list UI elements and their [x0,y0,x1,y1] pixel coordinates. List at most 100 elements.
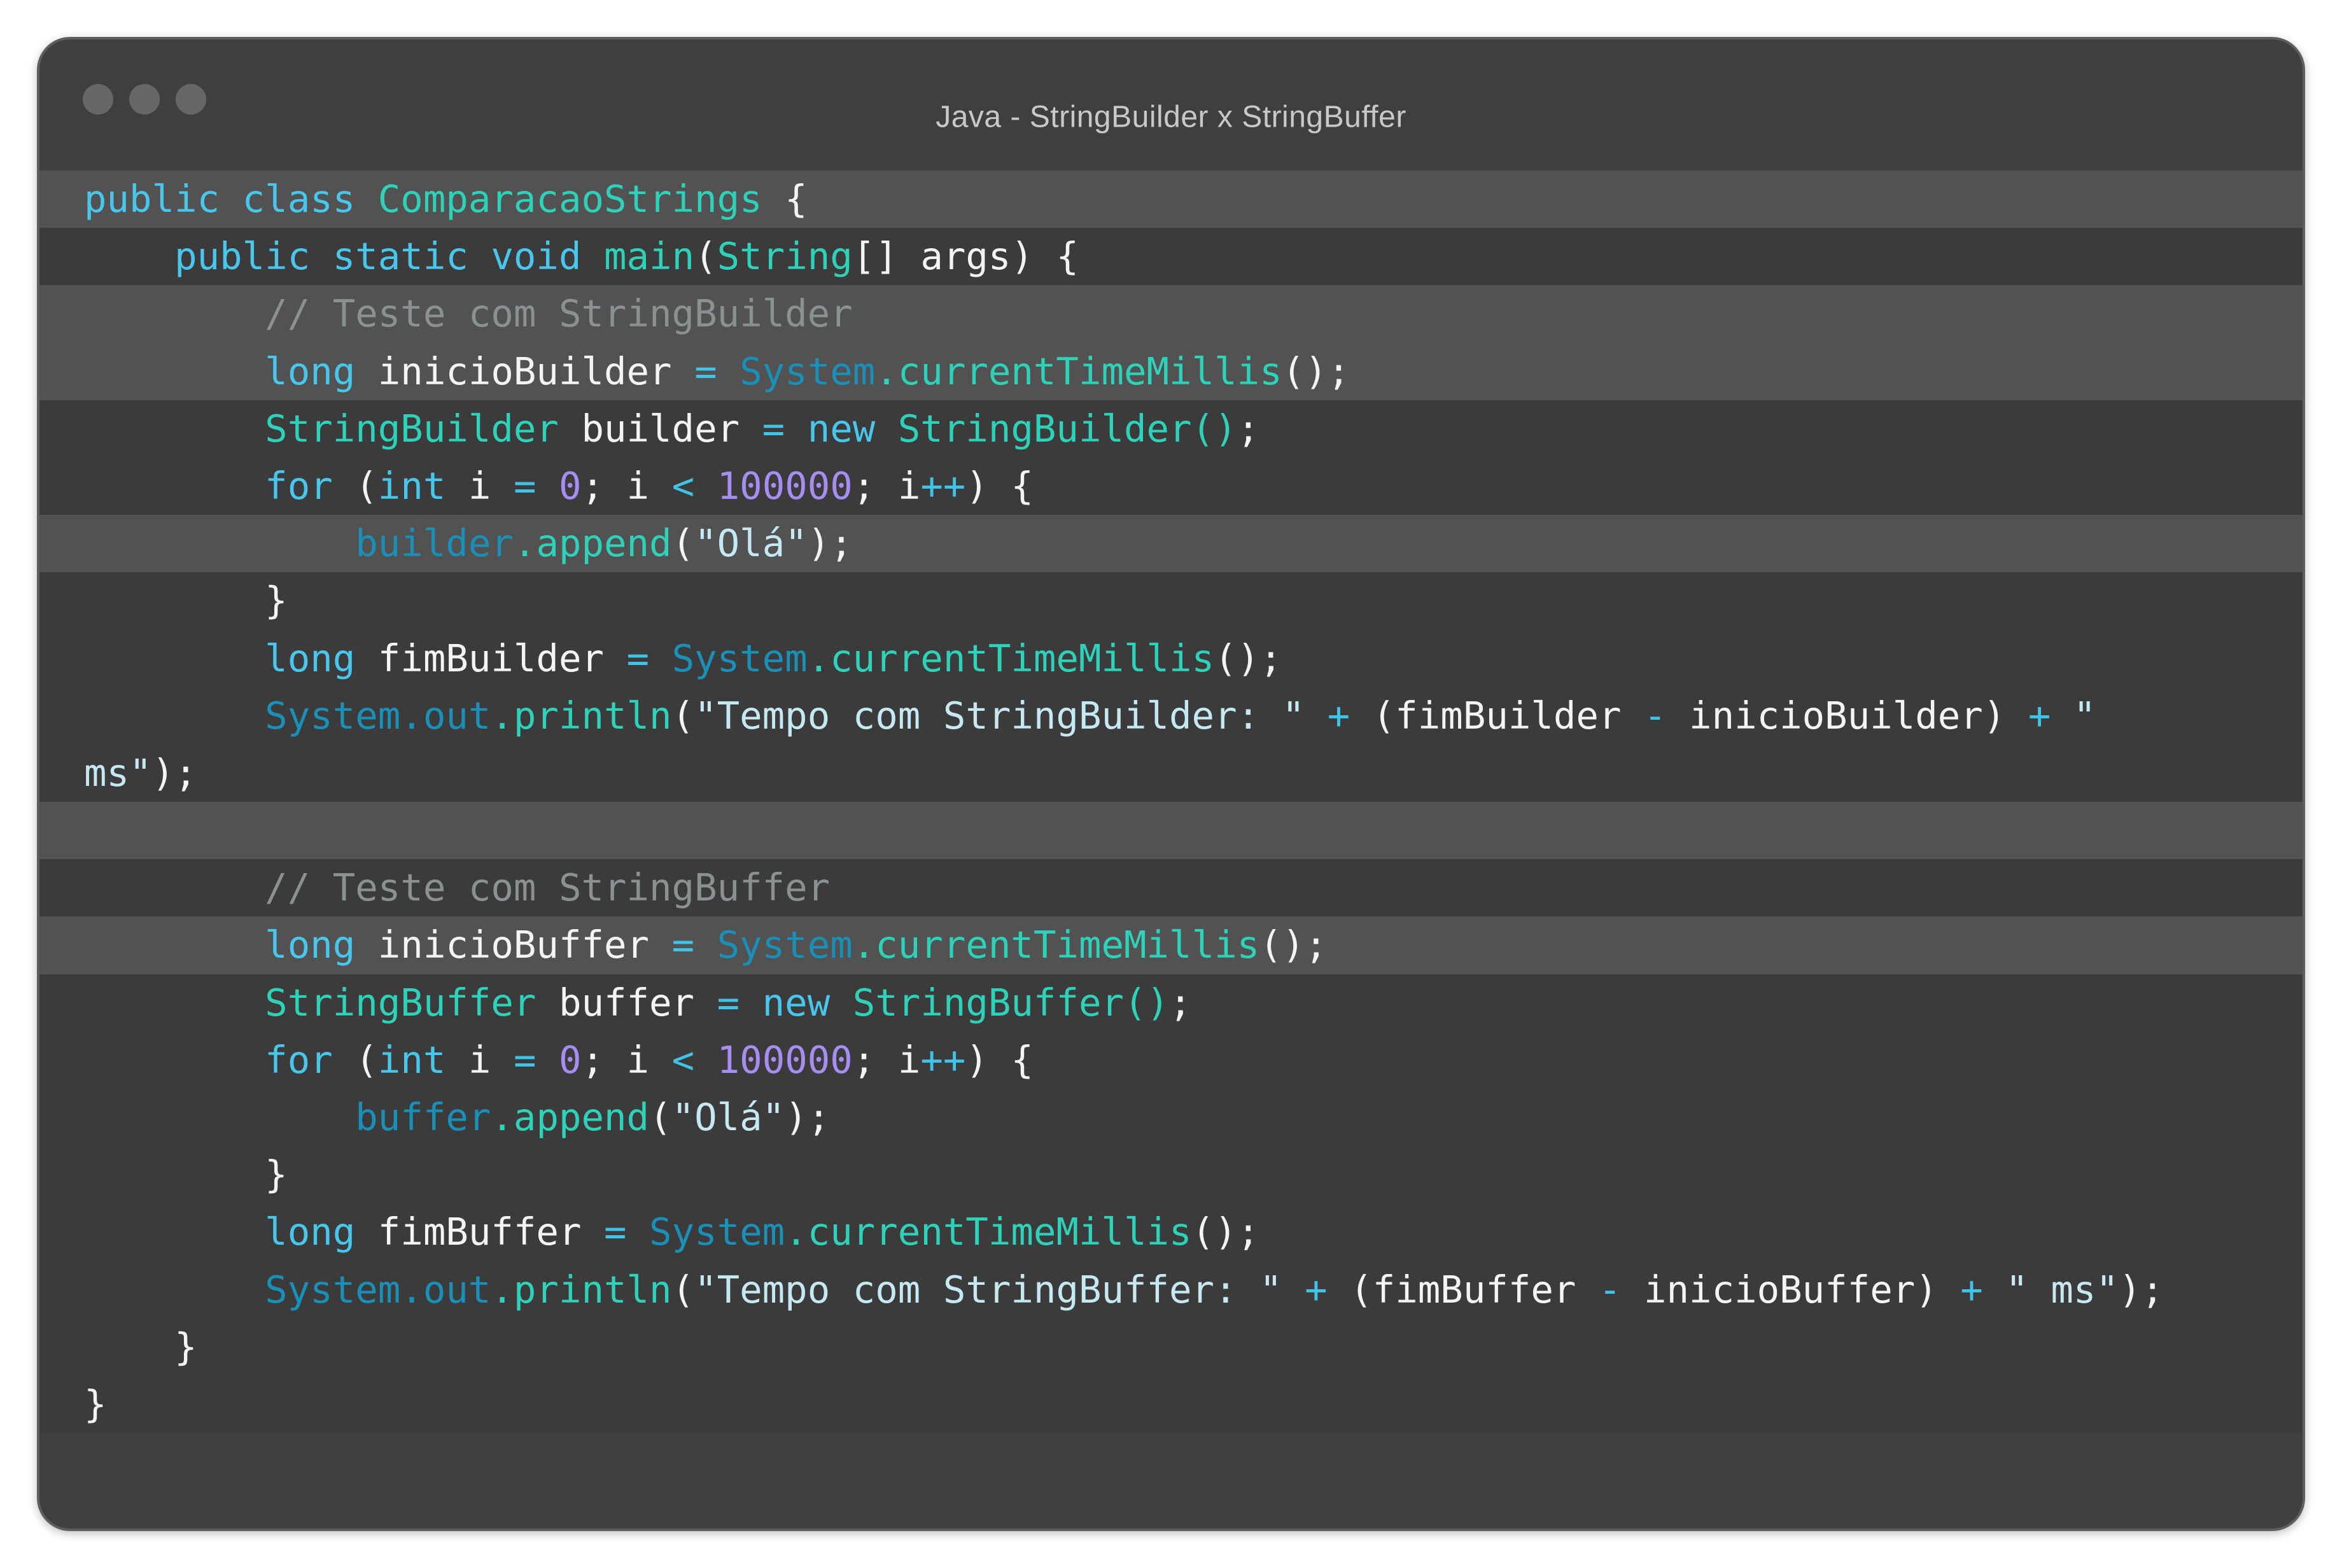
code-token: .currentTimeMillis [785,1210,1192,1254]
code-token: + [2028,693,2073,738]
code-token: builder [581,406,762,451]
code-token: = [694,349,740,393]
code-token: // Teste com StringBuffer [265,865,831,910]
code-token: new [762,980,853,1025]
window-title: Java - StringBuilder x StringBuffer [936,100,1406,134]
code-token: StringBuffer() [852,980,1170,1025]
code-token: 0 [558,1037,582,1082]
code-token: ); [2118,1267,2164,1312]
code-token: System [740,349,876,393]
code-token: ( [671,1267,695,1312]
code-token: for [265,1037,356,1082]
code-token: ); [807,521,853,566]
code-token: ComparacaoStrings [377,177,762,221]
code-token: .println [491,1267,672,1312]
code-token: "Tempo com StringBuffer: " [694,1267,1305,1312]
code-line: // Teste com StringBuffer [39,859,2303,917]
code-editor: public class ComparacaoStrings { public … [39,171,2303,1434]
code-line: public static void main(String[] args) { [39,228,2303,286]
code-line: } [39,1318,2303,1376]
code-token: " ms" [2005,1267,2119,1312]
code-token: ) { [965,1037,1034,1082]
code-token: = [604,1210,650,1254]
code-token: .append [513,521,672,566]
code-token: = [717,980,762,1025]
code-token: } [84,1152,288,1197]
code-token: "Olá" [671,1095,785,1139]
code-token: String [717,234,853,279]
code-token: (fimBuilder [1372,693,1644,738]
code-token: } [84,1324,197,1369]
code-token: System.out [265,1267,491,1312]
code-line: builder.append("Olá"); [39,515,2303,573]
code-token: [] args) { [852,234,1079,279]
code-token: fimBuilder [377,636,627,680]
code-line: public class ComparacaoStrings { [39,171,2303,228]
code-token: = [762,406,808,451]
code-token: i [468,463,514,508]
code-line: } [39,1146,2303,1204]
code-line: buffer.append("Olá"); [39,1089,2303,1147]
code-token: ; i [581,1037,672,1082]
code-token: ); [151,750,197,795]
code-line: long inicioBuilder = System.currentTimeM… [39,342,2303,400]
code-token: buffer [558,980,717,1025]
code-line [39,802,2303,860]
code-token: inicioBuilder) [1689,693,2028,738]
code-token: " [2073,693,2096,738]
code-token: .currentTimeMillis [852,923,1260,967]
code-token: new [807,406,898,451]
code-token: long [265,923,378,967]
code-token: main [604,234,695,279]
code-token: .currentTimeMillis [875,349,1282,393]
code-token: fimBuffer [377,1210,604,1254]
code-token: // Teste com StringBuilder [265,291,853,336]
code-line: } [39,572,2303,630]
code-line: // Teste com StringBuilder [39,285,2303,343]
code-token: = [513,1037,559,1082]
code-token: .append [491,1095,650,1139]
code-token: StringBuilder() [897,406,1237,451]
code-token: 100000 [717,1037,853,1082]
code-token: ( [355,1037,378,1082]
code-token: = [626,636,672,680]
code-token: + [1305,1267,1350,1312]
code-token: ; i [581,463,672,508]
code-token: "Olá" [694,521,808,566]
code-token: long [265,636,378,680]
code-line: StringBuffer buffer = new StringBuffer()… [39,974,2303,1032]
code-token: inicioBuffer [377,923,672,967]
code-token: < [671,1037,717,1082]
code-token: } [84,1382,107,1426]
code-line: long inicioBuffer = System.currentTimeMi… [39,916,2303,974]
code-line: } [39,1375,2303,1434]
code-token: ++ [920,1037,966,1082]
code-token: + [1960,1267,2006,1312]
code-token: buffer [355,1095,491,1139]
code-token: ); [785,1095,831,1139]
code-token: ; i [852,1037,921,1082]
code-token: int [377,463,468,508]
code-token: (); [1282,349,1350,393]
code-token: .currentTimeMillis [807,636,1215,680]
code-token: - [1598,1267,1644,1312]
code-token: inicioBuffer) [1644,1267,1961,1312]
code-token: (); [1214,636,1282,680]
code-token: ; [1169,980,1192,1025]
code-token: } [84,578,288,623]
code-token: public static void [174,234,604,279]
code-token: long [265,1210,378,1254]
code-token: for [265,463,356,508]
